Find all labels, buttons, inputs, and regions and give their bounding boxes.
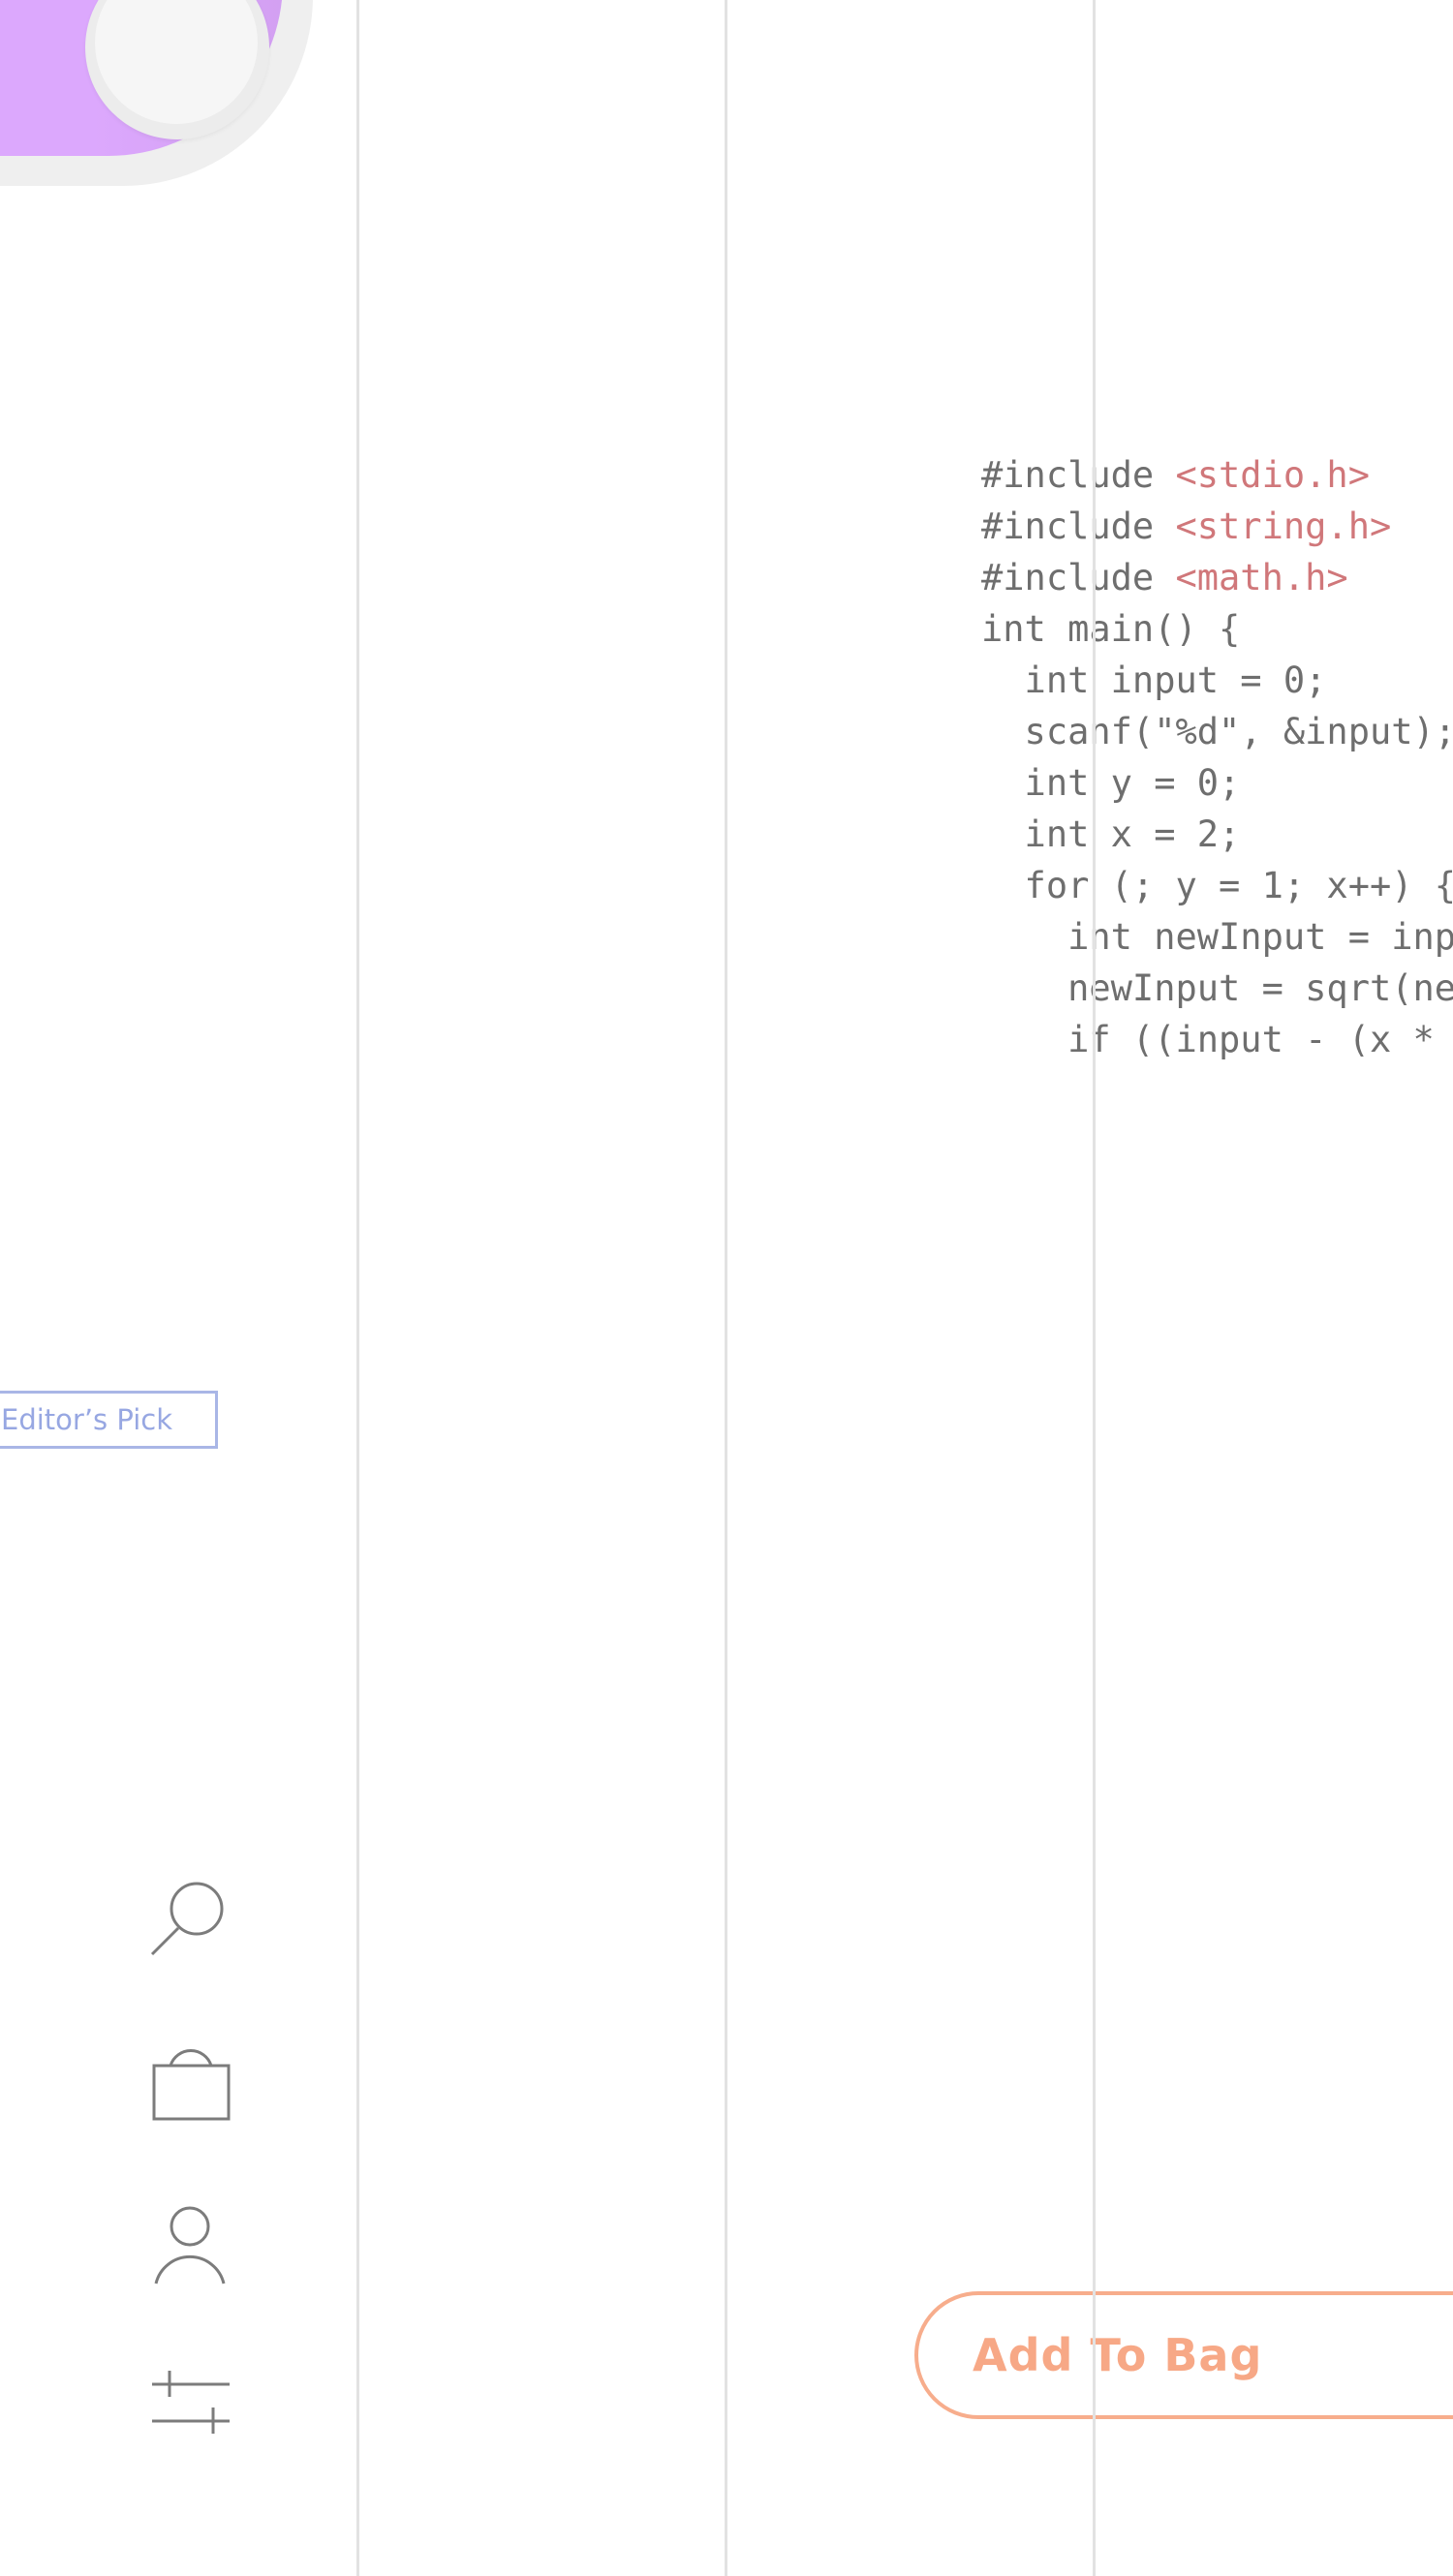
code-text: #include bbox=[981, 506, 1176, 547]
user-icon[interactable] bbox=[145, 2203, 237, 2295]
grid-divider-1 bbox=[356, 0, 359, 2576]
code-text: newInput = sqrt(ne bbox=[981, 967, 1453, 1009]
code-text: if ((input - (x * bbox=[981, 1019, 1453, 1060]
grid-divider-2 bbox=[725, 0, 727, 2576]
code-line: scanf("%d", &input); bbox=[981, 706, 1453, 757]
code-line: #include <string.h> bbox=[981, 501, 1453, 552]
editors-pick-badge: Editor’s Pick bbox=[0, 1391, 218, 1449]
code-line: newInput = sqrt(ne bbox=[981, 963, 1453, 1014]
add-to-bag-button[interactable]: Add To Bag bbox=[914, 2291, 1453, 2419]
code-line: int newInput = inp bbox=[981, 911, 1453, 963]
code-text: #include bbox=[981, 557, 1176, 598]
code-line: #include <stdio.h> bbox=[981, 449, 1453, 501]
code-text: int y = 0; bbox=[981, 762, 1241, 804]
code-text: #include bbox=[981, 454, 1176, 496]
code-text: int main() { bbox=[981, 608, 1241, 650]
bag-icon[interactable] bbox=[145, 2039, 237, 2126]
code-text: scanf("%d", &input); bbox=[981, 711, 1453, 752]
code-string: <math.h> bbox=[1175, 557, 1348, 598]
code-line: int y = 0; bbox=[981, 757, 1453, 809]
code-text: int newInput = inp bbox=[981, 916, 1453, 958]
code-line: if ((input - (x * bbox=[981, 1014, 1453, 1065]
filter-sliders-icon[interactable] bbox=[145, 2363, 237, 2440]
code-line: int main() { bbox=[981, 603, 1453, 655]
code-line: int x = 2; bbox=[981, 809, 1453, 860]
grid-divider-3 bbox=[1093, 0, 1096, 2576]
code-string: <stdio.h> bbox=[1175, 454, 1370, 496]
search-icon[interactable] bbox=[145, 1874, 232, 1966]
code-text: int x = 2; bbox=[981, 813, 1241, 855]
code-string: <string.h> bbox=[1175, 506, 1392, 547]
code-line: #include <math.h> bbox=[981, 552, 1453, 603]
code-line: for (; y = 1; x++) { bbox=[981, 860, 1453, 911]
code-line: int input = 0; bbox=[981, 655, 1453, 706]
code-snippet: #include <stdio.h> #include <string.h> #in… bbox=[981, 449, 1453, 1065]
code-text: int input = 0; bbox=[981, 659, 1327, 701]
code-text: for (; y = 1; x++) { bbox=[981, 865, 1453, 906]
